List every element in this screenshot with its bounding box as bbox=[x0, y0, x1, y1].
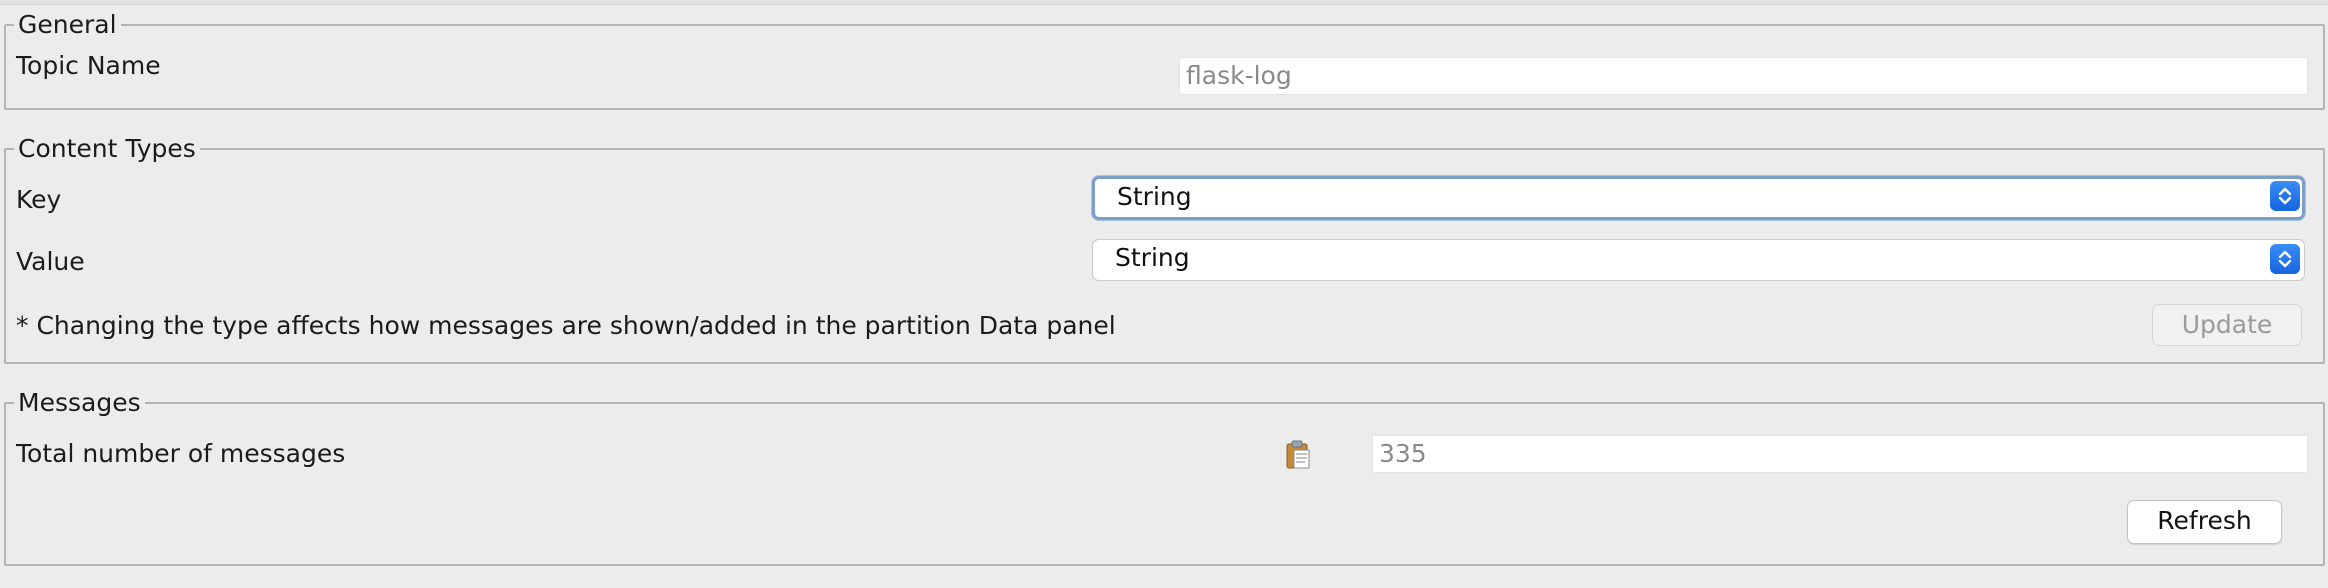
total-messages-field[interactable]: 335 bbox=[1372, 435, 2308, 473]
value-label: Value bbox=[16, 247, 85, 276]
key-select[interactable]: String bbox=[1092, 176, 2305, 220]
total-messages-label: Total number of messages bbox=[16, 439, 346, 468]
key-label: Key bbox=[16, 185, 62, 214]
top-edge bbox=[0, 0, 2328, 5]
content-types-legend: Content Types bbox=[18, 134, 196, 163]
clipboard-icon[interactable] bbox=[1285, 440, 1311, 470]
topic-name-field[interactable]: flask-log bbox=[1179, 57, 2308, 95]
value-select-value: String bbox=[1115, 243, 1190, 272]
key-select-value: String bbox=[1117, 182, 1192, 211]
chevron-updown-icon bbox=[2270, 181, 2300, 211]
update-button[interactable]: Update bbox=[2152, 304, 2302, 346]
type-change-note: * Changing the type affects how messages… bbox=[16, 311, 1116, 340]
messages-legend: Messages bbox=[18, 388, 141, 417]
messages-group: Messages bbox=[4, 389, 2325, 566]
refresh-button[interactable]: Refresh bbox=[2127, 500, 2282, 544]
topic-name-label: Topic Name bbox=[16, 51, 161, 80]
value-select[interactable]: String bbox=[1092, 239, 2305, 281]
chevron-updown-icon bbox=[2270, 244, 2300, 274]
general-legend: General bbox=[18, 10, 117, 39]
